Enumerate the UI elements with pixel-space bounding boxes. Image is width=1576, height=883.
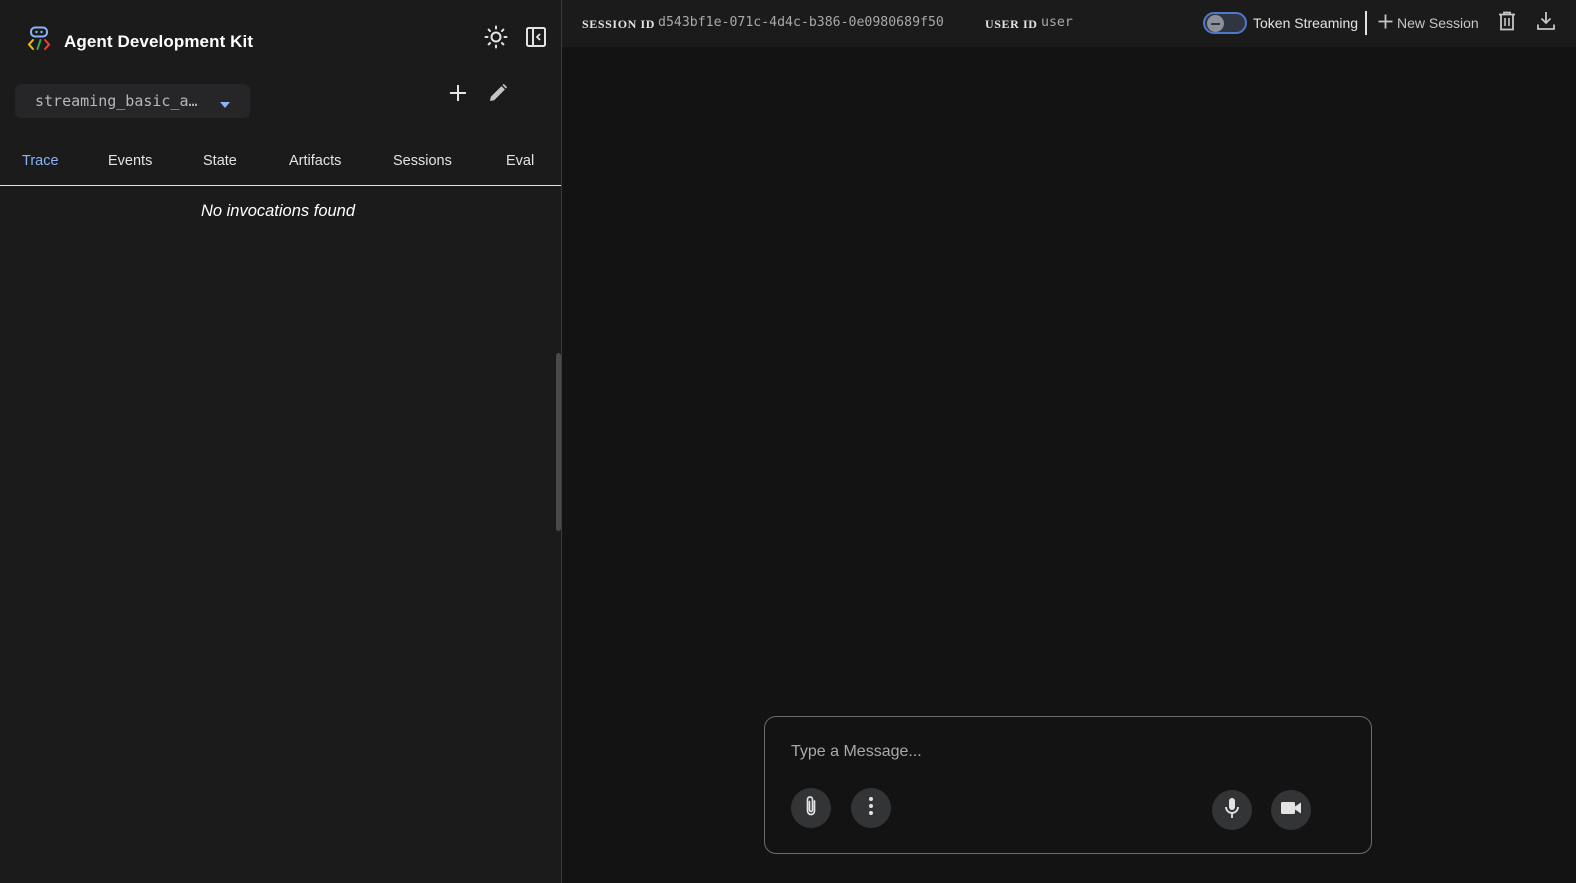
session-id-label: SESSION ID xyxy=(582,17,656,31)
add-agent-button[interactable] xyxy=(443,80,473,110)
message-input[interactable] xyxy=(791,739,1331,765)
sidebar: Agent Development Kit streaming_basic_a…… xyxy=(0,0,562,883)
microphone-icon xyxy=(1224,797,1240,824)
more-vert-icon xyxy=(868,796,874,821)
more-options-button[interactable] xyxy=(851,788,891,828)
tab-sessions[interactable]: Sessions xyxy=(393,153,452,169)
adk-logo-icon xyxy=(27,26,51,57)
light-mode-sun-icon xyxy=(484,25,508,54)
app-title: Agent Development Kit xyxy=(64,31,254,51)
session-id-value: d543bf1e-071c-4d4c-b386-0e0980689f50 xyxy=(658,15,944,30)
arrow-drop-down-icon xyxy=(219,96,231,114)
video-button[interactable] xyxy=(1271,790,1311,830)
brand: Agent Development Kit xyxy=(27,26,253,57)
user-id-value: user xyxy=(1041,15,1073,30)
tab-trace[interactable]: Trace xyxy=(22,153,59,169)
side-panel-collapse-icon xyxy=(525,26,547,53)
attach-file-button[interactable] xyxy=(791,788,831,828)
empty-trace-message: No invocations found xyxy=(200,202,356,220)
videocam-icon xyxy=(1280,800,1302,821)
download-icon xyxy=(1536,11,1556,36)
tab-eval[interactable]: Eval xyxy=(506,153,534,169)
sidebar-tabs: Trace Events State Artifacts Sessions Ev… xyxy=(0,140,561,186)
plus-icon xyxy=(449,84,467,107)
token-streaming-toggle[interactable] xyxy=(1203,12,1247,34)
header-divider xyxy=(1365,11,1367,35)
toggle-knob xyxy=(1207,15,1224,32)
download-session-button[interactable] xyxy=(1531,8,1561,38)
message-composer xyxy=(764,716,1372,854)
plus-icon xyxy=(1378,13,1393,33)
trash-icon xyxy=(1498,11,1516,36)
sidebar-resize-handle[interactable] xyxy=(556,353,561,531)
agent-select[interactable]: streaming_basic_a… xyxy=(15,84,250,118)
new-session-button[interactable]: New Session xyxy=(1378,11,1479,35)
tab-state[interactable]: State xyxy=(203,153,237,169)
user-id-label: USER ID xyxy=(985,17,1038,31)
microphone-button[interactable] xyxy=(1212,790,1252,830)
new-session-label: New Session xyxy=(1397,15,1479,31)
tab-events[interactable]: Events xyxy=(108,153,152,169)
pencil-icon xyxy=(488,83,508,108)
delete-session-button[interactable] xyxy=(1492,8,1522,38)
collapse-sidebar-button[interactable] xyxy=(521,24,551,54)
paperclip-icon xyxy=(804,795,818,822)
tab-artifacts[interactable]: Artifacts xyxy=(289,153,341,169)
app-root: Agent Development Kit streaming_basic_a…… xyxy=(0,0,1576,883)
token-streaming-label: Token Streaming xyxy=(1253,15,1359,31)
theme-toggle-button[interactable] xyxy=(481,24,511,54)
edit-agent-button[interactable] xyxy=(483,80,513,110)
agent-select-value: streaming_basic_a… xyxy=(35,92,198,110)
session-header: SESSION ID d543bf1e-071c-4d4c-b386-0e098… xyxy=(562,0,1576,47)
